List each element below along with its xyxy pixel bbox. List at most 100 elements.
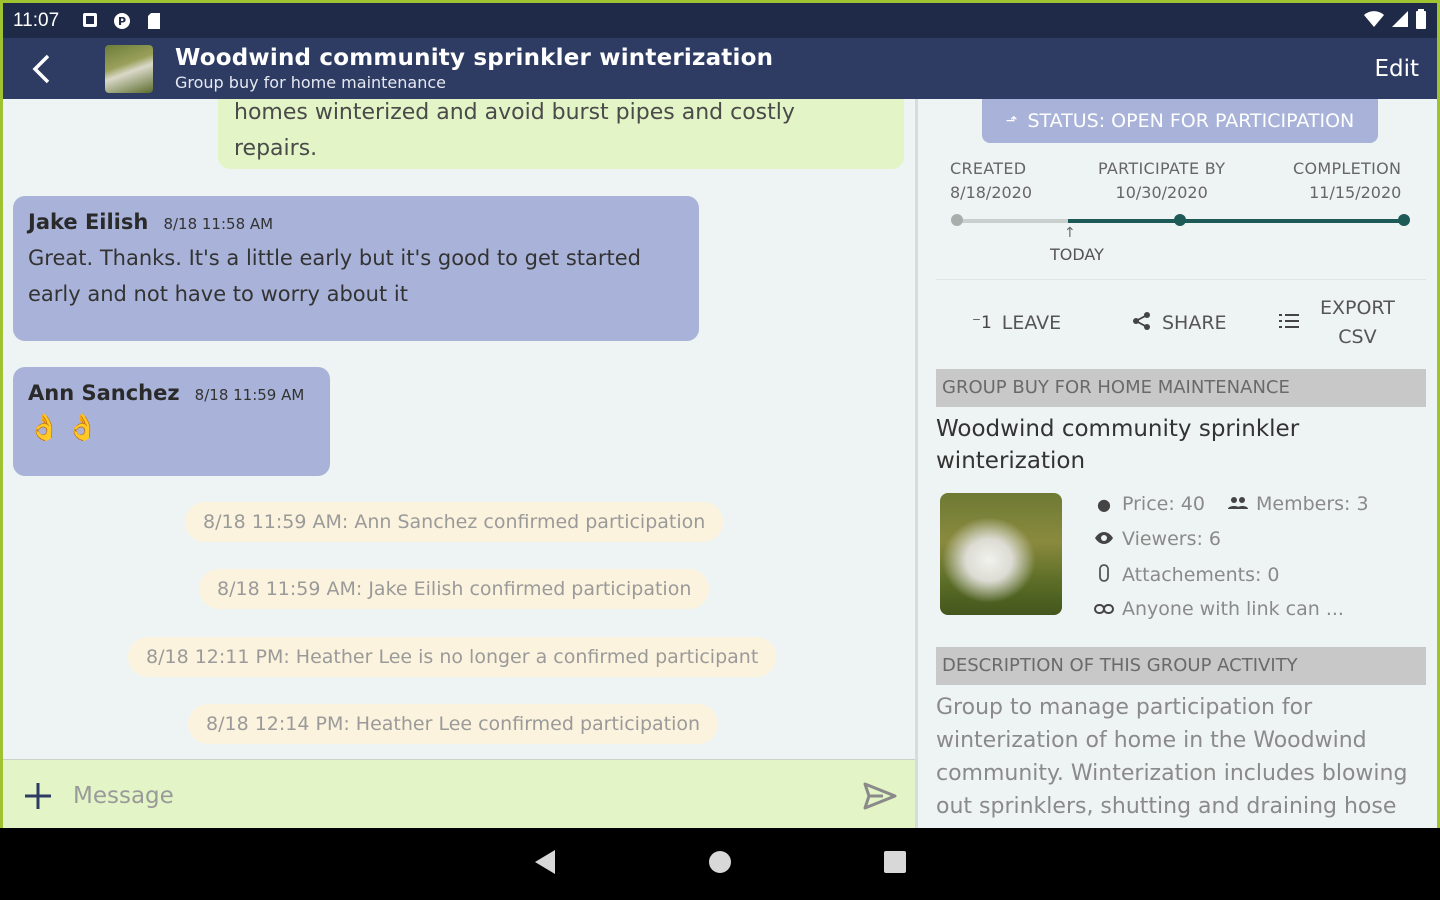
leave-icon: ⁻1: [972, 313, 992, 333]
price-icon: ●: [1097, 494, 1111, 514]
group-photo[interactable]: [940, 493, 1062, 615]
list-icon: [1278, 311, 1300, 336]
today-label: TODAY: [1050, 245, 1104, 264]
participate-by-date: PARTICIPATE BY 10/30/2020: [1098, 157, 1225, 205]
message-text: Great. Thanks. It's a little early but i…: [28, 240, 684, 312]
group-avatar[interactable]: [105, 44, 153, 93]
square-recents-icon: [884, 851, 906, 873]
status-badge[interactable]: ⬏ STATUS: OPEN FOR PARTICIPATION: [982, 99, 1378, 143]
message-author: Jake Eilish: [28, 210, 149, 234]
app-window: 11:07 P Woodwind community sprinkler win…: [0, 0, 1440, 828]
today-arrow-icon: ↑: [1064, 225, 1076, 241]
leave-button[interactable]: ⁻1 LEAVE: [972, 295, 1061, 351]
created-value: 8/18/2020: [950, 183, 1033, 202]
group-title: Woodwind community sprinkler winterizati…: [936, 413, 1416, 477]
group-title-line: winterization: [936, 448, 1086, 474]
members-text: Members: 3: [1256, 493, 1369, 515]
nav-home-button[interactable]: [707, 849, 733, 879]
chat-area[interactable]: homes winterized and avoid burst pipes a…: [3, 99, 915, 759]
header-titles[interactable]: Woodwind community sprinkler winterizati…: [175, 45, 773, 92]
group-description: Group to manage participation for winter…: [936, 691, 1416, 823]
participate-by-label: PARTICIPATE BY: [1098, 159, 1226, 178]
export-csv-button[interactable]: EXPORT CSV: [1278, 295, 1395, 351]
share-label: SHARE: [1162, 312, 1227, 334]
notification-icon: [81, 12, 99, 30]
group-section-header: GROUP BUY FOR HOME MAINTENANCE: [936, 369, 1426, 407]
nav-recents-button[interactable]: [883, 850, 907, 878]
action-bar: ⁻1 LEAVE SHARE EXPORT CSV: [936, 295, 1430, 351]
triangle-back-icon: [535, 850, 555, 874]
members-stat[interactable]: Members: 3: [1228, 493, 1369, 515]
wifi-icon: [1363, 10, 1385, 32]
message-author: Ann Sanchez: [28, 381, 180, 405]
group-details-panel[interactable]: ⬏ STATUS: OPEN FOR PARTICIPATION CREATED…: [918, 99, 1437, 828]
viewers-stat: Viewers: 6: [1094, 528, 1221, 550]
app-notification-icon: P: [113, 12, 131, 30]
status-right: [1363, 8, 1427, 33]
message-time: 8/18 11:58 AM: [163, 215, 274, 233]
sd-card-icon: [145, 12, 163, 30]
nav-back-button[interactable]: [533, 849, 557, 879]
message-text-line: early and not have to worry about it: [28, 282, 408, 306]
share-icon: [1132, 311, 1152, 336]
completion-label: COMPLETION: [1293, 159, 1402, 178]
divider: [936, 279, 1426, 280]
timeline-created-dot: [951, 214, 963, 226]
circle-home-icon: [709, 851, 731, 873]
battery-icon: [1415, 8, 1427, 33]
description-line: out sprinklers, shutting and draining ho…: [936, 794, 1397, 819]
link-icon: [1094, 600, 1114, 619]
system-event: 8/18 11:59 AM: Ann Sanchez confirmed par…: [185, 502, 724, 542]
incoming-message: Jake Eilish 8/18 11:58 AM Great. Thanks.…: [13, 196, 699, 341]
description-line: community. Winterization includes blowin…: [936, 761, 1408, 786]
share-button[interactable]: SHARE: [1132, 295, 1227, 351]
system-event: 8/18 12:11 PM: Heather Lee is no longer …: [128, 637, 777, 677]
edit-button[interactable]: Edit: [1374, 56, 1419, 82]
created-label: CREATED: [950, 159, 1027, 178]
attachments-text: Attachements: 0: [1122, 564, 1280, 586]
status-bar: 11:07 P: [3, 3, 1437, 38]
message-text-line: homes winterized and avoid burst pipes a…: [234, 100, 795, 125]
group-title-line: Woodwind community sprinkler: [936, 416, 1300, 442]
plus-icon: [25, 782, 51, 809]
price-text: Price: 40: [1122, 493, 1205, 515]
system-nav-bar: [0, 828, 1440, 900]
signal-icon: [1391, 10, 1409, 32]
send-icon: [863, 782, 897, 809]
leave-label: LEAVE: [1001, 312, 1062, 334]
message-time: 8/18 11:59 AM: [194, 386, 305, 404]
viewers-text: Viewers: 6: [1122, 528, 1222, 550]
participate-by-value: 10/30/2020: [1115, 183, 1208, 202]
timeline-participate-dot: [1174, 214, 1186, 226]
members-icon: [1228, 495, 1248, 514]
created-date: CREATED 8/18/2020: [950, 157, 1032, 205]
attachment-icon: [1094, 563, 1114, 587]
link-access-stat[interactable]: Anyone with link can ...: [1094, 598, 1344, 620]
link-access-text: Anyone with link can ...: [1122, 598, 1344, 620]
back-button[interactable]: [3, 38, 81, 99]
price-stat: ● Price: 40: [1094, 493, 1205, 515]
timeline-track: [951, 214, 1410, 226]
send-button[interactable]: [845, 782, 915, 810]
outgoing-message: homes winterized and avoid burst pipes a…: [218, 99, 904, 169]
message-text-line: Great. Thanks. It's a little early but i…: [28, 246, 641, 270]
arrow-back-icon: [32, 54, 50, 83]
message-composer: [3, 759, 915, 828]
message-text-line: repairs.: [234, 136, 318, 161]
timeline-completion-dot: [1398, 214, 1410, 226]
message-input[interactable]: [73, 782, 845, 809]
page-title: Woodwind community sprinkler winterizati…: [175, 45, 774, 71]
export-label-line: CSV: [1338, 326, 1377, 348]
status-text: STATUS: OPEN FOR PARTICIPATION: [1027, 110, 1355, 132]
attachments-stat[interactable]: Attachements: 0: [1094, 563, 1280, 587]
export-csv-label: EXPORT CSV: [1320, 294, 1395, 352]
completion-value: 11/15/2020: [1309, 183, 1402, 202]
attach-button[interactable]: [3, 781, 73, 811]
eye-icon: [1094, 530, 1114, 549]
incoming-message: Ann Sanchez 8/18 11:59 AM 👌👌: [13, 367, 330, 476]
status-time: 11:07: [13, 9, 60, 31]
description-line: winterization of home in the Woodwind: [936, 728, 1367, 753]
system-event: 8/18 12:14 PM: Heather Lee confirmed par…: [188, 704, 719, 744]
page-subtitle: Group buy for home maintenance: [175, 73, 446, 92]
export-label-line: EXPORT: [1320, 297, 1395, 319]
